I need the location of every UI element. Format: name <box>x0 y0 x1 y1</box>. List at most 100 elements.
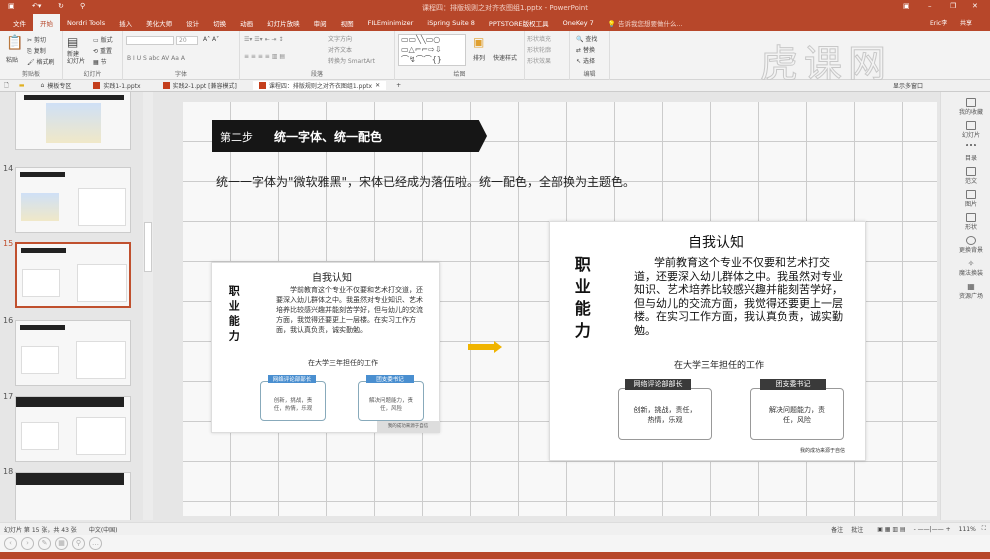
new-slide-icon[interactable]: ▤ <box>67 35 78 49</box>
slides-grid-icon[interactable]: ▦ <box>55 537 68 550</box>
tab-animations[interactable]: 动画 <box>233 15 260 31</box>
format-painter-button[interactable]: 🖌 格式刷 <box>27 57 55 66</box>
maximize-button[interactable]: ❐ <box>950 2 956 10</box>
pen-icon[interactable]: ✎ <box>38 537 51 550</box>
slide-thumbnail[interactable] <box>15 92 131 150</box>
shapes-gallery[interactable]: ▭▭╲╲▭○ ▭△⌐⌐⇨⇩ ⌒↯⌒⌒{} <box>398 34 466 66</box>
select-button[interactable]: ↖ 选择 <box>576 56 595 65</box>
minimize-button[interactable]: – <box>928 2 932 10</box>
paste-button[interactable]: 粘贴 <box>6 55 18 64</box>
add-tab-icon[interactable]: + <box>396 82 401 89</box>
share-button[interactable]: 共享 <box>960 18 972 27</box>
section-button[interactable]: ▦ 节 <box>93 57 107 66</box>
tab-pptstore[interactable]: PPTSTORE版权工具 <box>482 15 556 31</box>
panel-resources[interactable]: ▦ 资源广场 <box>953 282 989 305</box>
panel-background[interactable]: 更换背景 <box>953 236 989 259</box>
notes-button[interactable]: 备注 <box>831 525 843 534</box>
arrange-icon[interactable]: ▣ <box>473 35 484 49</box>
text-direction-button[interactable]: 文字方向 <box>328 34 352 43</box>
reset-button[interactable]: ⟲ 重置 <box>93 46 112 55</box>
panel-slides[interactable]: 幻灯片 <box>953 121 989 144</box>
panel-favorites[interactable]: 我的收藏 <box>953 98 989 121</box>
zoom-slider[interactable]: - ——|—— + <box>914 526 951 533</box>
redo-icon[interactable]: ↻ <box>58 2 64 10</box>
tab-review[interactable]: 审阅 <box>307 15 334 31</box>
tab-nordri[interactable]: Nordri Tools <box>60 16 112 30</box>
panel-shapes[interactable]: 形状 <box>953 213 989 236</box>
tab-design[interactable]: 设计 <box>179 15 206 31</box>
quick-styles-button[interactable]: 快速样式 <box>493 53 517 62</box>
customize-icon[interactable]: ⚲ <box>80 2 85 10</box>
show-multi-window-button[interactable]: 显示多窗口 <box>893 81 923 90</box>
shape-outline-button[interactable]: 形状轮廓 <box>527 45 551 54</box>
thumbnail-scrollbar[interactable] <box>143 92 153 520</box>
tab-file[interactable]: 文件 <box>6 15 33 31</box>
close-button[interactable]: ✕ <box>972 2 978 10</box>
card-subtitle: 在大学三年担任的工作 <box>674 361 765 371</box>
tab-ispring[interactable]: iSpring Suite 8 <box>420 16 482 30</box>
tab-slideshow[interactable]: 幻灯片放映 <box>260 15 307 31</box>
slide-thumbnail[interactable] <box>15 320 131 386</box>
find-button[interactable]: 🔍 查找 <box>576 34 597 43</box>
scroll-thumb[interactable] <box>144 222 152 272</box>
copy-button[interactable]: ⎘ 复制 <box>27 46 46 56</box>
align-text-button[interactable]: 对齐文本 <box>328 45 352 54</box>
undo-icon[interactable]: ↶▾ <box>32 2 41 10</box>
slide-canvas[interactable]: 第二步 统一字体、统一配色 统一一字体为"微软雅黑"，宋体已经成为落伍啦。统一配… <box>183 102 937 516</box>
tab-insert[interactable]: 插入 <box>112 15 139 31</box>
shape-effects-button[interactable]: 形状效果 <box>527 56 551 65</box>
tab-meihua[interactable]: 美化大师 <box>139 15 179 31</box>
comments-button[interactable]: 批注 <box>851 525 863 534</box>
folder-icon[interactable]: ▬ <box>19 82 25 89</box>
before-card[interactable]: 职业能力 自我认知 学前教育这个专业不仅要和艺术打交道，还要深入幼儿群体之中。我… <box>211 262 440 433</box>
tab-view[interactable]: 视图 <box>334 15 361 31</box>
zoom-level[interactable]: 111% <box>959 526 976 533</box>
doc-tab-templates[interactable]: ⌂ 模板专区 <box>35 81 78 90</box>
panel-magic[interactable]: ✧ 魔法换装 <box>953 259 989 282</box>
save-icon[interactable]: ▣ <box>8 2 15 10</box>
next-icon[interactable]: › <box>21 537 34 550</box>
font-format-buttons[interactable]: B I U S abc AV Aa A <box>127 55 185 62</box>
tell-me-input[interactable]: 💡 告诉我您想要做什么... <box>601 15 690 31</box>
slide-thumbnail[interactable] <box>15 167 131 233</box>
font-grow-icon[interactable]: A˄ A˅ <box>203 36 219 43</box>
new-file-icon[interactable]: 🗋 <box>4 81 9 91</box>
panel-samples[interactable]: 范文 <box>953 167 989 190</box>
close-tab-icon[interactable]: ✕ <box>375 82 380 89</box>
list-buttons[interactable]: ☰▾ ☰▾ ⇤ ⇥ ↕ <box>244 36 284 43</box>
slide-thumbnail-selected[interactable] <box>15 242 131 308</box>
fit-slide-icon[interactable]: ⛶ <box>982 525 986 533</box>
more-icon[interactable]: … <box>89 537 102 550</box>
tab-transitions[interactable]: 切换 <box>206 15 233 31</box>
zoom-icon[interactable]: ⚲ <box>72 537 85 550</box>
slide-thumbnail[interactable] <box>15 472 131 520</box>
user-name[interactable]: Eric李 <box>930 18 947 27</box>
ribbon-display-icon[interactable]: ▣ <box>903 2 910 10</box>
shape-format-group: 形状填充 形状轮廓 形状效果 <box>525 31 570 80</box>
paste-icon[interactable]: 📋 <box>6 35 23 51</box>
doc-tab-2[interactable]: 实践2-1.ppt [兼容模式] <box>157 81 243 90</box>
view-buttons[interactable]: ▣ ▦ ▥ ▤ <box>877 526 905 533</box>
smartart-button[interactable]: 转换为 SmartArt <box>328 56 375 65</box>
new-slide-button[interactable]: 新建 幻灯片 <box>67 51 85 65</box>
shape-fill-button[interactable]: 形状填充 <box>527 34 551 43</box>
tab-home[interactable]: 开始 <box>33 14 60 31</box>
replace-button[interactable]: ⇄ 替换 <box>576 45 595 54</box>
font-name-input[interactable] <box>126 36 174 45</box>
doc-tab-3[interactable]: 课程四：排版规则之对齐衣图组1.pptx ✕ <box>252 81 387 90</box>
panel-images[interactable]: 图片 <box>953 190 989 213</box>
arrange-button[interactable]: 排列 <box>473 53 485 62</box>
panel-toc[interactable]: 目录 <box>953 144 989 167</box>
previous-icon[interactable]: ‹ <box>4 537 17 550</box>
tab-fileminimizer[interactable]: FILEminimizer <box>361 16 421 30</box>
language[interactable]: 中文(中国) <box>89 525 118 534</box>
after-card[interactable]: 职业能力 自我认知 学前教育这个专业不仅要和艺术打交道，还要深入幼儿群体之中。我… <box>549 221 866 461</box>
cut-button[interactable]: ✂ 剪切 <box>27 35 46 44</box>
slide-thumbnail[interactable] <box>15 396 131 462</box>
tab-onekey[interactable]: OneKey 7 <box>556 16 601 30</box>
role-label: 网络评论部部长 <box>625 379 691 390</box>
doc-tab-1[interactable]: 实践1-1.pptx <box>87 81 146 90</box>
layout-button[interactable]: ▭ 版式 <box>93 35 113 44</box>
align-buttons[interactable]: ≡ ≡ ≡ ≡ ▥ ▤ <box>244 53 285 60</box>
font-size-input[interactable]: 20 <box>176 36 198 45</box>
